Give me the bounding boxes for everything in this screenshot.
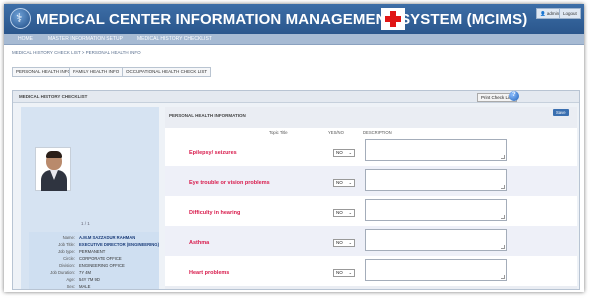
- resize-grip-icon[interactable]: [501, 215, 505, 219]
- resize-grip-icon[interactable]: [501, 185, 505, 189]
- breadcrumb[interactable]: MEDICAL HISTORY CHECK LIST > PERSONAL HE…: [12, 50, 141, 55]
- column-headers: Topic Title YES/NO DESCRIPTION: [165, 128, 577, 136]
- description-textarea[interactable]: [365, 139, 507, 161]
- resize-grip-icon[interactable]: [501, 245, 505, 249]
- info-row: Job Title: EXECUTIVE DIRECTOR (ENGINEERIN…: [29, 242, 159, 249]
- panel-header: MEDICAL HISTORY CHECKLIST Print Check Li…: [13, 91, 579, 103]
- health-topic-label: Heart problems: [189, 270, 230, 276]
- nav-item-medical-history-checklist[interactable]: MEDICAL HISTORY CHECKLIST: [137, 36, 212, 42]
- personal-health-section: PERSONAL HEALTH INFORMATION Save Topic T…: [165, 107, 577, 289]
- info-value: 54Y 7M 9D: [79, 277, 100, 282]
- main-nav: HOME MASTER INFORMATION SETUP MEDICAL HI…: [4, 34, 584, 45]
- health-row: Asthma NO ⌄: [165, 226, 577, 256]
- health-row: Eye trouble or vision problems NO ⌄: [165, 166, 577, 196]
- description-textarea[interactable]: [365, 229, 507, 251]
- info-value: PERMANENT: [79, 249, 106, 254]
- nav-item-master-information-setup[interactable]: MASTER INFORMATION SETUP: [48, 36, 123, 42]
- panel-title: MEDICAL HISTORY CHECKLIST: [19, 94, 88, 99]
- yes-no-select-value: NO: [336, 270, 343, 275]
- resize-grip-icon[interactable]: [501, 275, 505, 279]
- red-cross-icon: [381, 8, 405, 30]
- nav-item-home[interactable]: HOME: [18, 36, 33, 42]
- info-label: Circle:: [63, 256, 75, 261]
- yes-no-select-value: NO: [336, 210, 343, 215]
- resize-grip-icon[interactable]: [501, 155, 505, 159]
- employee-photo: [35, 147, 71, 191]
- yes-no-select[interactable]: NO ⌄: [333, 269, 355, 277]
- info-row: Name: A.M.M SAZZADUR RAHMAN: [29, 235, 159, 242]
- help-icon[interactable]: ?: [509, 91, 519, 101]
- column-header-description: DESCRIPTION: [363, 130, 392, 135]
- health-topic-label: Eye trouble or vision problems: [189, 180, 270, 186]
- chevron-down-icon: ⌄: [348, 270, 352, 275]
- info-label: Name:: [62, 235, 75, 240]
- app-window: ⚕ MEDICAL CENTER INFORMATION MANAGEMENT …: [4, 4, 584, 292]
- section-title: PERSONAL HEALTH INFORMATION: [169, 113, 246, 118]
- tab-family-health-info[interactable]: FAMILY HEALTH INFO: [69, 67, 124, 77]
- info-label: Job Duration:: [50, 270, 75, 275]
- employee-info: Name: A.M.M SAZZADUR RAHMAN Job Title: EXEC…: [29, 232, 159, 289]
- medical-history-panel: MEDICAL HISTORY CHECKLIST Print Check Li…: [12, 90, 580, 290]
- description-textarea[interactable]: [365, 169, 507, 191]
- column-header-yesno: YES/NO: [328, 130, 344, 135]
- health-topic-label: Epilepsy/ seizures: [189, 150, 237, 156]
- info-row: Job type: PERMANENT: [29, 249, 159, 256]
- column-header-topic: Topic Title: [269, 130, 288, 135]
- chevron-down-icon: ⌄: [348, 240, 352, 245]
- chevron-down-icon: ⌄: [348, 180, 352, 185]
- info-label: Job type:: [58, 249, 75, 254]
- save-button[interactable]: Save: [553, 109, 569, 116]
- yes-no-select[interactable]: NO ⌄: [333, 179, 355, 187]
- app-logo-icon: ⚕: [10, 8, 31, 29]
- info-value: EXECUTIVE DIRECTOR (ENGINEERING): [79, 242, 159, 247]
- logout-button[interactable]: Logout: [559, 8, 581, 19]
- info-label: Sex:: [66, 284, 75, 289]
- tab-personal-health-info[interactable]: PERSONAL HEALTH INFO: [12, 67, 76, 77]
- yes-no-select[interactable]: NO ⌄: [333, 149, 355, 157]
- info-value: A.M.M SAZZADUR RAHMAN: [79, 235, 136, 240]
- tab-occupational-health-check-list[interactable]: OCCUPATIONAL HEALTH CHECK LIST: [122, 67, 212, 77]
- health-topic-label: Difficulty in hearing: [189, 210, 241, 216]
- info-row: Division: ENGINEERING OFFICE: [29, 263, 159, 270]
- chevron-down-icon: ⌄: [348, 210, 352, 215]
- yes-no-select[interactable]: NO ⌄: [333, 239, 355, 247]
- info-row: Circle: CORPORATE OFFICE: [29, 256, 159, 263]
- info-value: MALE: [79, 284, 91, 289]
- info-value: ENGINEERING OFFICE: [79, 263, 125, 268]
- info-row: Age: 54Y 7M 9D: [29, 277, 159, 284]
- app-header: ⚕ MEDICAL CENTER INFORMATION MANAGEMENT …: [4, 4, 584, 34]
- health-topic-label: Asthma: [189, 240, 210, 246]
- info-value: CORPORATE OFFICE: [79, 256, 122, 261]
- yes-no-select-value: NO: [336, 240, 343, 245]
- yes-no-select[interactable]: NO ⌄: [333, 209, 355, 217]
- yes-no-select-value: NO: [336, 180, 343, 185]
- info-label: Division:: [59, 263, 75, 268]
- employee-profile: 1 / 1 Name: A.M.M SAZZADUR RAHMAN Job Titl…: [21, 107, 159, 289]
- yes-no-select-value: NO: [336, 150, 343, 155]
- info-label: Job Title:: [58, 242, 75, 247]
- photo-pager: 1 / 1: [81, 221, 90, 226]
- description-textarea[interactable]: [365, 199, 507, 221]
- info-value: 7Y 4M: [79, 270, 92, 275]
- info-row: Job Duration: 7Y 4M: [29, 270, 159, 277]
- info-row: Sex: MALE: [29, 284, 159, 291]
- info-label: Age:: [66, 277, 75, 282]
- chevron-down-icon: ⌄: [348, 150, 352, 155]
- health-row: Difficulty in hearing NO ⌄: [165, 196, 577, 226]
- app-title: MEDICAL CENTER INFORMATION MANAGEMENT SY…: [36, 11, 528, 28]
- description-textarea[interactable]: [365, 259, 507, 281]
- health-row: Epilepsy/ seizures NO ⌄: [165, 136, 577, 166]
- health-row: Heart problems NO ⌄: [165, 256, 577, 286]
